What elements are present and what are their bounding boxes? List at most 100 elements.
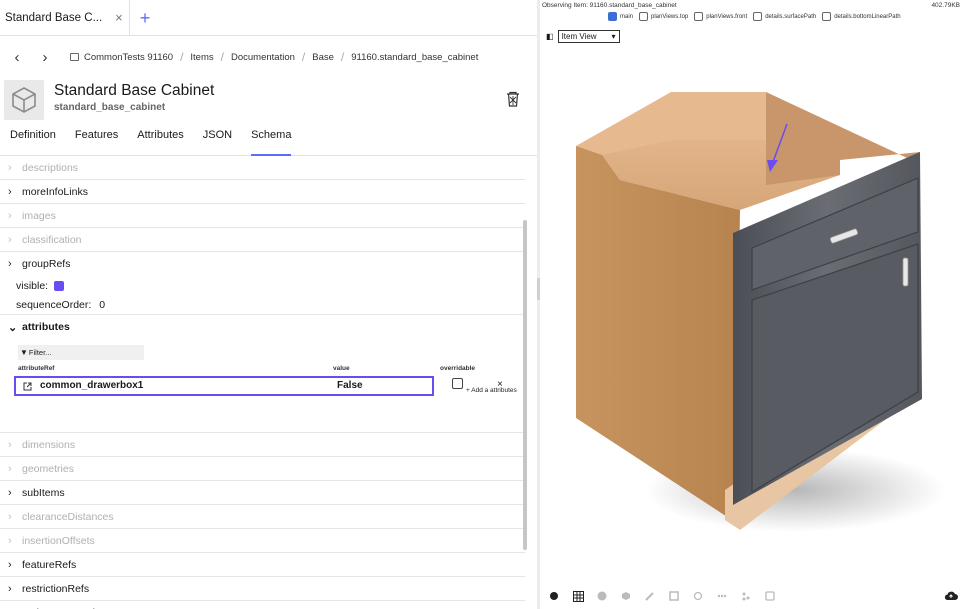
forward-arrow-icon[interactable]: › xyxy=(38,49,52,66)
chevron-right-icon: › xyxy=(8,438,12,451)
section-variant-proposals[interactable]: ›variantProposals xyxy=(0,601,525,609)
viewer-pane: Observing Item: 91160.standard_base_cabi… xyxy=(540,0,974,609)
view-select[interactable]: Item View ▾ xyxy=(557,30,620,43)
dots-icon[interactable] xyxy=(714,588,730,604)
chevron-down-icon: ▾ xyxy=(611,32,616,41)
section-geometries[interactable]: › geometries xyxy=(0,457,525,481)
section-dimensions[interactable]: › dimensions xyxy=(0,433,525,457)
section-descriptions[interactable]: › descriptions xyxy=(0,156,525,180)
section-label: featureRefs xyxy=(22,558,77,571)
breadcrumb-documentation[interactable]: Documentation xyxy=(231,52,295,63)
attribute-value[interactable]: False xyxy=(337,380,363,391)
section-classification[interactable]: › classification xyxy=(0,228,525,252)
column-attribute-ref: attributeRef xyxy=(18,365,55,372)
breadcrumb-item[interactable]: 91160.standard_base_cabinet xyxy=(351,52,478,63)
section-label: geometries xyxy=(22,462,74,475)
view-label: details.surfacePath xyxy=(765,13,817,20)
chevron-right-icon: › xyxy=(8,582,12,595)
door-handle xyxy=(902,257,909,287)
sequence-order-field: sequenceOrder: 0 xyxy=(0,295,525,315)
breadcrumb-items[interactable]: Items xyxy=(190,52,213,63)
view-label: planViews.front xyxy=(706,13,748,20)
section-more-info-links[interactable]: › moreInfoLinks xyxy=(0,180,525,204)
section-label: insertionOffsets xyxy=(22,534,95,547)
catalog-icon xyxy=(70,53,79,61)
overridable-checkbox[interactable] xyxy=(452,378,463,389)
section-group-refs[interactable]: › groupRefs xyxy=(0,252,525,276)
left-pane: Standard Base C... × + ‹ › CommonTests 9… xyxy=(0,0,537,609)
chevron-down-icon: ⌄ xyxy=(8,321,18,334)
table-row[interactable]: common_drawerbox1 False × xyxy=(0,376,525,398)
chevron-right-icon: › xyxy=(8,258,12,270)
add-attribute-button[interactable]: + Add a attributes xyxy=(466,387,517,394)
trash-icon[interactable] xyxy=(505,91,521,107)
attributes-table: attributeRef value overridable common_dr… xyxy=(0,363,525,433)
document-tab[interactable]: Standard Base C... × xyxy=(0,0,130,36)
tab-strip: Definition Features Attributes JSON Sche… xyxy=(0,128,537,156)
view-selector: ◧ Item View ▾ xyxy=(546,30,620,43)
view-checkbox-surface-path[interactable] xyxy=(753,12,763,21)
add-tab-icon[interactable]: + xyxy=(140,9,151,27)
nodes-icon[interactable] xyxy=(738,588,754,604)
tab-attributes[interactable]: Attributes xyxy=(137,128,183,156)
chevron-right-icon: › xyxy=(8,510,12,523)
scrollbar-thumb[interactable] xyxy=(523,220,527,550)
view-checkbox-bottom-linear-path[interactable] xyxy=(822,12,832,21)
cube-icon xyxy=(12,87,36,113)
app-root: Standard Base C... × + ‹ › CommonTests 9… xyxy=(0,0,974,609)
tab-bar: Standard Base C... × + xyxy=(0,0,537,36)
view-checkbox-plan-top[interactable] xyxy=(639,12,649,21)
breadcrumb-base[interactable]: Base xyxy=(312,52,334,63)
external-link-icon[interactable] xyxy=(23,382,32,391)
view-checkbox-main[interactable] xyxy=(608,12,617,21)
breadcrumb-catalog[interactable]: CommonTests 91160 xyxy=(84,52,173,63)
tab-definition[interactable]: Definition xyxy=(10,128,56,156)
3d-viewport[interactable] xyxy=(540,0,974,609)
target-icon[interactable] xyxy=(690,588,706,604)
view-select-value: Item View xyxy=(561,32,597,41)
section-sub-items[interactable]: › subItems xyxy=(0,481,525,505)
tab-schema[interactable]: Schema xyxy=(251,128,292,156)
view-label: planViews.top xyxy=(651,13,689,20)
filter-input[interactable]: ▼ Filter... xyxy=(18,345,144,360)
visible-checkbox[interactable] xyxy=(54,280,65,291)
section-clearance-distances[interactable]: › clearanceDistances xyxy=(0,505,525,529)
column-value: value xyxy=(333,365,350,372)
breadcrumb-separator: / xyxy=(301,50,306,64)
visible-field: visible: xyxy=(0,276,525,295)
compass-icon[interactable] xyxy=(594,588,610,604)
frame-icon[interactable] xyxy=(666,588,682,604)
section-attributes[interactable]: ⌄ attributes xyxy=(0,315,525,339)
page-title: Standard Base Cabinet xyxy=(54,82,215,99)
section-restriction-refs[interactable]: › restrictionRefs xyxy=(0,577,525,601)
chevron-right-icon: › xyxy=(8,462,12,475)
breadcrumb-separator: / xyxy=(180,50,184,64)
view-checkbox-plan-front[interactable] xyxy=(694,12,704,21)
breadcrumb-separator: / xyxy=(220,50,224,64)
section-label: restrictionRefs xyxy=(22,582,90,595)
back-arrow-icon[interactable]: ‹ xyxy=(10,49,24,66)
tab-json[interactable]: JSON xyxy=(203,128,232,156)
sequence-value[interactable]: 0 xyxy=(99,299,105,311)
section-label: descriptions xyxy=(22,161,79,174)
image-icon[interactable] xyxy=(762,588,778,604)
breadcrumb-separator: / xyxy=(340,50,345,64)
sequence-label: sequenceOrder: xyxy=(16,298,92,311)
section-feature-refs[interactable]: › featureRefs xyxy=(0,553,525,577)
tab-features[interactable]: Features xyxy=(75,128,118,156)
grid-icon[interactable] xyxy=(570,588,586,604)
close-tab-icon[interactable]: × xyxy=(115,10,123,25)
brush-icon[interactable] xyxy=(642,588,658,604)
box-icon[interactable] xyxy=(618,588,634,604)
section-label: images xyxy=(22,209,56,222)
chevron-right-icon: › xyxy=(8,233,12,246)
section-insertion-offsets[interactable]: › insertionOffsets xyxy=(0,529,525,553)
palette-icon[interactable] xyxy=(546,588,562,604)
schema-tree: › descriptions › moreInfoLinks › images › cl… xyxy=(0,156,525,609)
filter-icon: ▼ xyxy=(20,348,28,357)
chevron-right-icon: › xyxy=(8,185,12,198)
attribute-ref-value[interactable]: common_drawerbox1 xyxy=(40,380,143,391)
section-label: moreInfoLinks xyxy=(22,185,88,198)
cloud-upload-icon[interactable] xyxy=(944,588,958,606)
section-images[interactable]: › images xyxy=(0,204,525,228)
